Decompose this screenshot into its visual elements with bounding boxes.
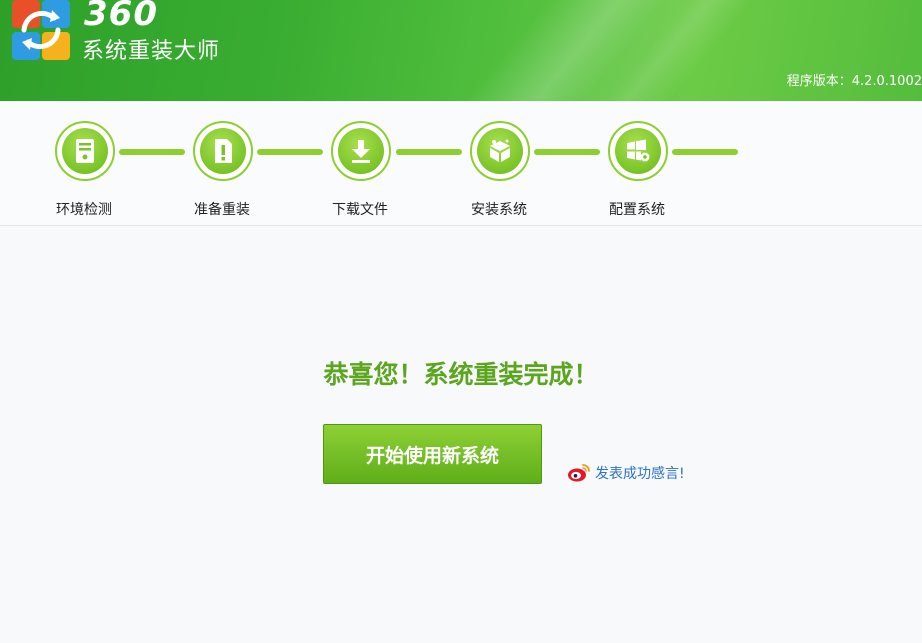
step-label: 准备重装 <box>194 202 250 218</box>
step-install-system <box>470 121 530 181</box>
step-configure-system <box>608 121 668 181</box>
step-label: 下载文件 <box>332 202 388 218</box>
step-download-files <box>331 121 391 181</box>
logo-number: 360 <box>84 0 158 34</box>
share-feedback-link[interactable]: 发表成功感言! <box>567 463 685 483</box>
step-label: 环境检测 <box>56 202 112 218</box>
share-feedback-text[interactable]: 发表成功感言! <box>595 463 685 483</box>
step-connector <box>119 149 185 155</box>
logo-360-icon <box>12 0 70 60</box>
logo-product-name: 系统重装大师 <box>82 39 221 64</box>
step-environment-check <box>55 121 115 181</box>
completion-title: 恭喜您！系统重装完成！ <box>323 360 599 389</box>
step-connector <box>672 149 738 155</box>
weibo-icon <box>568 464 590 482</box>
version-label: 程序版本：4.2.0.1002 <box>786 74 922 89</box>
header-banner: 360 系统重装大师 程序版本：4.2.0.1002 <box>0 0 922 101</box>
step-connector <box>257 149 323 155</box>
progress-steps: 环境检测 准备重装 下载文件 安装系统 配置系统 <box>0 101 922 226</box>
step-connector <box>396 149 462 155</box>
step-connector <box>534 149 600 155</box>
monitor-icon <box>76 139 94 163</box>
step-prepare-reinstall <box>193 121 253 181</box>
start-new-system-button[interactable]: 开始使用新系统 <box>323 424 542 484</box>
step-label: 安装系统 <box>471 202 527 218</box>
download-icon <box>352 140 370 163</box>
windows-gear-icon <box>627 139 650 162</box>
document-alert-icon <box>215 139 232 163</box>
install-box-icon <box>490 139 510 162</box>
step-label: 配置系统 <box>609 202 665 218</box>
